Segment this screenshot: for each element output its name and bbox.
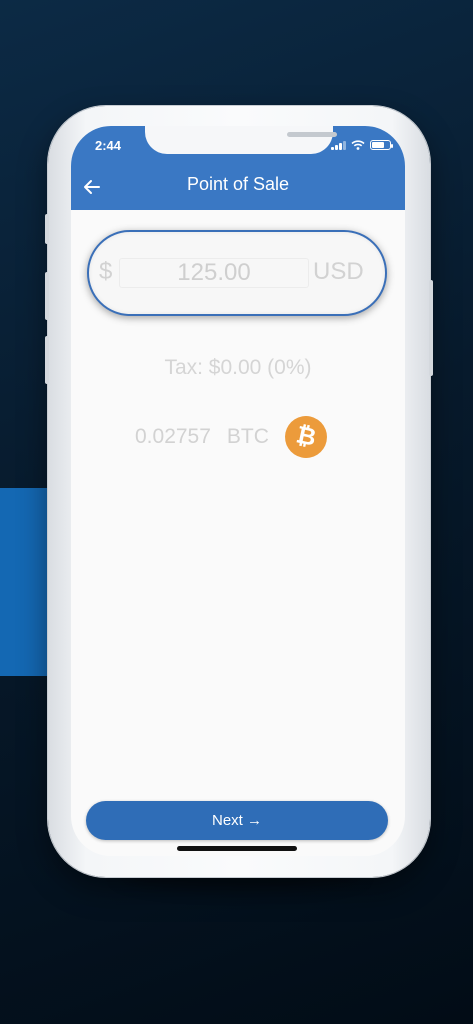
bitcoin-icon: ₿ [281, 412, 331, 462]
power-button [429, 280, 433, 376]
crypto-conversion-row: 0.02757 BTC ₿ [135, 412, 331, 462]
amount-input[interactable] [119, 258, 309, 288]
speaker-grille [287, 132, 337, 137]
wifi-icon [351, 140, 365, 150]
volume-down-button [45, 336, 49, 384]
status-icons [331, 140, 393, 150]
cellular-signal-icon [331, 140, 346, 150]
crypto-unit: BTC [226, 425, 269, 448]
volume-up-button [45, 272, 49, 320]
status-time: 2:44 [95, 138, 122, 153]
battery-icon [370, 140, 393, 150]
mute-switch [45, 214, 49, 244]
currency-code: USD [313, 258, 364, 285]
phone-screen: 2:44 Point of Sale $ USD Tax: $0.00 (0%)… [71, 126, 405, 856]
currency-symbol: $ [99, 258, 113, 285]
crypto-amount: 0.02757 [135, 425, 211, 448]
amount-input-container[interactable]: $ USD [87, 230, 387, 316]
notch [145, 126, 337, 154]
tax-label: Tax: $0.00 (0%) [164, 356, 312, 379]
next-button[interactable]: Next → [86, 801, 388, 840]
page-title: Point of Sale [186, 174, 290, 194]
home-indicator [177, 846, 297, 851]
